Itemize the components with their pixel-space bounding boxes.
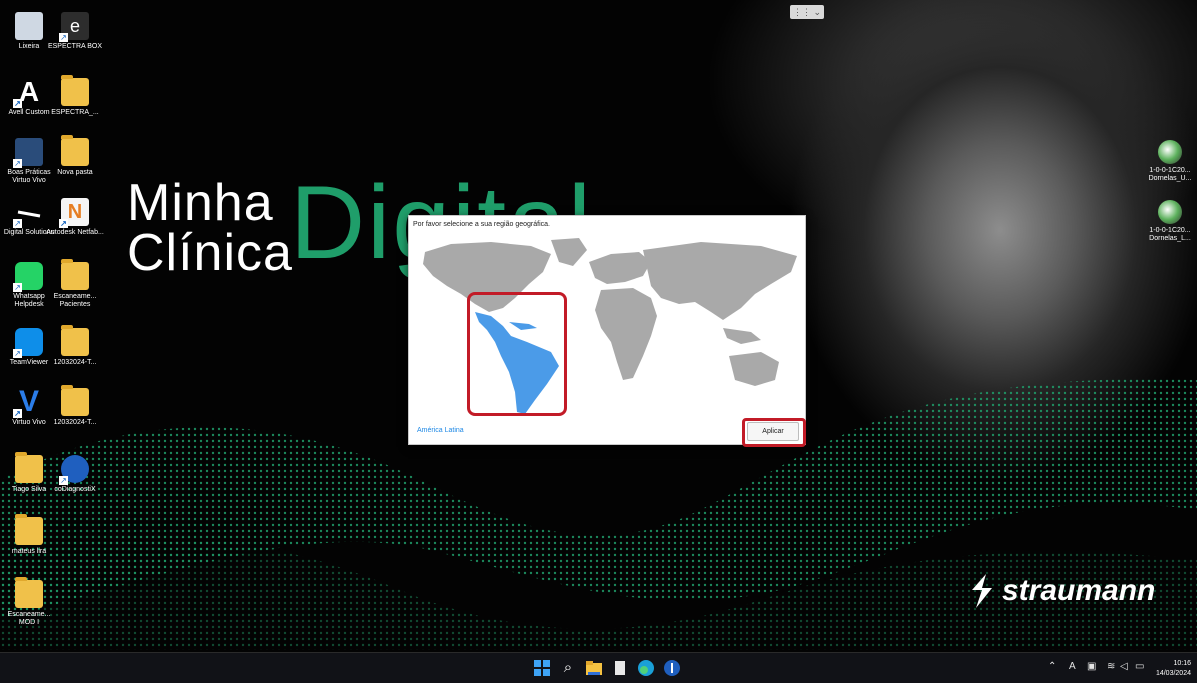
desktop-icon-label: Autodesk Netfab...	[46, 229, 104, 236]
desktop-icon-autodesk-netfab[interactable]: N Autodesk Netfab...	[46, 198, 104, 237]
region-selection-dialog: Por favor selecione a sua região geográf…	[408, 215, 806, 447]
desktop-icon-label: 1-0-0-1C20... Dornelas_U...	[1148, 167, 1192, 182]
tray-app-icon[interactable]: ▣	[1087, 661, 1096, 673]
search-icon[interactable]: ⌕	[558, 658, 578, 678]
desktop-icon-label: Whatsapp Helpdesk	[13, 293, 45, 308]
show-hidden-icons-chevron-icon[interactable]: ⌃	[1048, 661, 1056, 673]
map-region-southeast-asia	[723, 328, 761, 344]
desktop-icon-label: Lixeira	[18, 43, 40, 50]
input-language-indicator[interactable]: A	[1069, 661, 1076, 673]
document-icon	[13, 138, 43, 168]
straumann-mark-icon	[972, 574, 992, 608]
desktop-icon-label: mateus lira	[11, 548, 47, 555]
desktop: Minha Clínica Digital straumann ⋮⋮ ⌄ Lix…	[0, 0, 1197, 652]
clock-time[interactable]: 10:16	[1173, 660, 1191, 667]
map-region-asia	[643, 242, 797, 320]
map-region-europe	[589, 252, 651, 284]
start-menu-icon[interactable]	[532, 658, 552, 678]
selected-region-label: América Latina	[417, 427, 464, 434]
folder-icon	[61, 135, 89, 166]
recycle-bin-icon	[15, 12, 43, 40]
wifi-icon[interactable]: ≋	[1107, 661, 1115, 673]
whatsapp-icon	[13, 262, 43, 292]
map-region-africa	[595, 288, 657, 380]
codiagnostix-icon	[59, 455, 89, 485]
notepad-icon[interactable]	[610, 658, 630, 678]
desktop-icon-dornelas-upper[interactable]: 1-0-0-1C20... Dornelas_U...	[1143, 140, 1197, 183]
desktop-icon-label: ESPECTRA_...	[51, 109, 99, 116]
codiagnostix-taskbar-icon[interactable]	[662, 658, 682, 678]
file-explorer-icon[interactable]	[584, 658, 604, 678]
desktop-icon-label: ESPECTRA BOX	[47, 43, 103, 50]
desktop-icon-escaneamentos-mod1[interactable]: Escaneame... MOD I	[0, 577, 58, 627]
espectra-box-icon: e	[59, 12, 89, 42]
model-file-icon	[1158, 200, 1182, 224]
taskbar: ⌕ ⌃ A ▣ ≋ ◁ ▭ 10:16 14/03/2024	[0, 652, 1197, 683]
wallpaper-title-line2: Clínica	[127, 224, 293, 282]
virtuo-vivo-icon: V	[13, 387, 43, 418]
map-region-greenland	[551, 238, 587, 266]
remote-session-handle[interactable]: ⋮⋮ ⌄	[790, 5, 824, 19]
avell-icon: A	[13, 78, 43, 108]
map-region-oceania	[729, 352, 779, 386]
desktop-icon-label: 1-0-0-1C20... Dornelas_L...	[1149, 227, 1191, 242]
desktop-icon-label: Boas Práticas Virtuo Vivo	[7, 169, 51, 184]
desktop-icon-espectra-folder[interactable]: ESPECTRA_...	[46, 75, 104, 117]
teamviewer-icon	[13, 328, 43, 358]
volume-icon[interactable]: ◁	[1120, 661, 1128, 673]
wallpaper-title-minha-clinica: Minha Clínica	[127, 174, 293, 282]
wallpaper-title-line1: Minha	[127, 174, 274, 232]
desktop-icon-label: coDiagnostiX	[54, 486, 96, 493]
desktop-icon-label: 12032024-T...	[53, 419, 97, 426]
desktop-icon-espectra-box[interactable]: e ESPECTRA BOX	[46, 12, 104, 51]
folder-icon	[61, 385, 89, 416]
model-file-icon	[1158, 140, 1182, 164]
scanner-icon	[13, 198, 43, 228]
desktop-icon-label: Escaneame... MOD I	[7, 611, 51, 626]
latin-america-highlight	[467, 292, 567, 416]
desktop-icon-dornelas-lower[interactable]: 1-0-0-1C20... Dornelas_L...	[1143, 200, 1197, 243]
desktop-icon-codiagnostix[interactable]: coDiagnostiX	[46, 455, 104, 494]
folder-icon	[15, 514, 43, 545]
folder-icon	[61, 75, 89, 106]
desktop-icon-label: Avell Custom	[8, 109, 50, 116]
dialog-title: Por favor selecione a sua região geográf…	[413, 221, 550, 228]
desktop-icon-12032024-1[interactable]: 12032024-T...	[46, 325, 104, 367]
desktop-icon-label: Escaneame... Pacientes	[53, 293, 97, 308]
desktop-icon-label: 12032024-T...	[53, 359, 97, 366]
apply-button[interactable]: Aplicar	[747, 422, 799, 441]
folder-icon	[15, 452, 43, 483]
folder-icon	[15, 577, 43, 608]
netfabb-icon: N	[59, 198, 89, 228]
world-map[interactable]	[411, 232, 803, 418]
desktop-icon-label: Nova pasta	[57, 169, 93, 176]
desktop-icon-label: TeamViewer	[9, 359, 49, 366]
desktop-icon-nova-pasta[interactable]: Nova pasta	[46, 135, 104, 177]
battery-icon[interactable]: ▭	[1135, 661, 1144, 673]
folder-icon	[61, 259, 89, 290]
edge-browser-icon[interactable]	[636, 658, 656, 678]
desktop-icon-label: Virtuo Vivo	[12, 419, 46, 426]
folder-icon	[61, 325, 89, 356]
desktop-icon-label: Tiago Silva	[11, 486, 47, 493]
straumann-wordmark: straumann	[1002, 574, 1156, 607]
desktop-icon-mateus-lira[interactable]: mateus lira	[0, 514, 58, 556]
desktop-icon-escaneamentos-pacientes[interactable]: Escaneame... Pacientes	[46, 259, 104, 309]
desktop-icon-12032024-2[interactable]: 12032024-T...	[46, 385, 104, 427]
clock-date[interactable]: 14/03/2024	[1156, 670, 1191, 677]
straumann-logo: straumann	[968, 572, 1155, 610]
